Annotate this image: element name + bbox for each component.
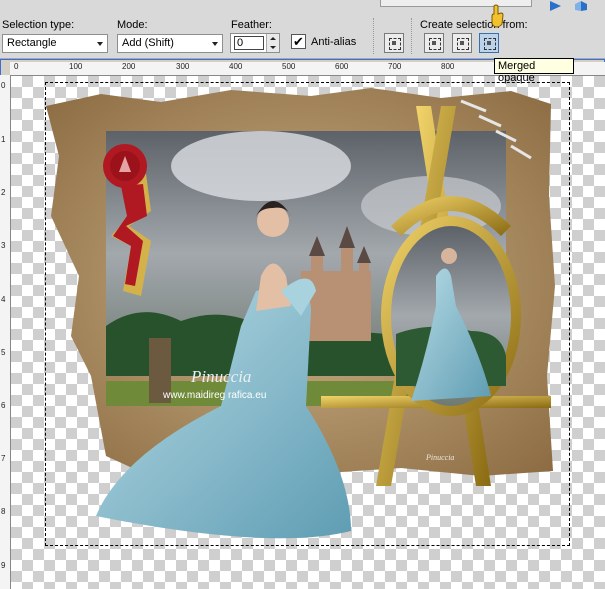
selection-type-label: Selection type:	[2, 19, 75, 31]
ruler-label: 7	[1, 454, 6, 463]
ruler-label: 9	[1, 561, 6, 570]
toolbar-separator	[373, 18, 375, 54]
ruler-label: 400	[229, 62, 243, 71]
toolbar-scroll-strip	[380, 0, 532, 7]
current-layer-button[interactable]	[452, 33, 472, 53]
vertical-ruler: 0 1 2 3 4 5 6 7 8 9	[0, 75, 11, 589]
ruler-label: 5	[1, 348, 6, 357]
tool-options-toolbar: Selection type: Rectangle Mode: Add (Shi…	[0, 0, 605, 59]
mode-value: Add (Shift)	[122, 37, 174, 49]
toolbar-separator	[411, 18, 413, 54]
selection-type-value: Rectangle	[7, 37, 57, 49]
chevron-down-icon	[97, 42, 103, 46]
layer-opaque-button[interactable]	[424, 33, 444, 53]
ruler-label: 300	[176, 62, 190, 71]
ruler-label: 0	[1, 81, 6, 90]
mode-label: Mode:	[117, 19, 148, 31]
ruler-label: 800	[441, 62, 455, 71]
feather-spinbox[interactable]: 0	[230, 33, 280, 53]
select-none-button[interactable]	[384, 33, 404, 53]
ruler-label: 200	[122, 62, 136, 71]
ruler-label: 600	[335, 62, 349, 71]
palette-icon[interactable]	[573, 0, 589, 12]
ruler-label: 500	[282, 62, 296, 71]
ruler-label: 1	[1, 135, 6, 144]
ruler-label: 700	[388, 62, 402, 71]
ruler-label: 2	[1, 188, 6, 197]
ruler-label: 100	[69, 62, 83, 71]
antialias-checkbox[interactable]: ✔	[291, 34, 306, 49]
create-selection-label: Create selection from:	[420, 19, 528, 31]
mode-dropdown[interactable]: Add (Shift)	[117, 34, 223, 53]
ruler-label: 4	[1, 295, 6, 304]
ruler-label: 3	[1, 241, 6, 250]
ruler-label: 6	[1, 401, 6, 410]
merged-opaque-tooltip: Merged opaque	[494, 58, 574, 84]
spin-up-icon[interactable]	[266, 34, 279, 43]
antialias-label: Anti-alias	[311, 36, 357, 48]
selection-type-dropdown[interactable]: Rectangle	[2, 34, 108, 53]
chevron-down-icon	[212, 42, 218, 46]
spin-down-icon[interactable]	[266, 43, 279, 52]
hand-cursor-icon	[491, 4, 504, 28]
play-icon[interactable]	[547, 0, 563, 12]
ruler-label: 0	[14, 62, 19, 71]
feather-value[interactable]: 0	[234, 36, 264, 50]
feather-label: Feather:	[231, 19, 272, 31]
merged-opaque-button[interactable]	[479, 33, 499, 53]
selection-marquee[interactable]	[45, 82, 570, 546]
ruler-label: 8	[1, 507, 6, 516]
